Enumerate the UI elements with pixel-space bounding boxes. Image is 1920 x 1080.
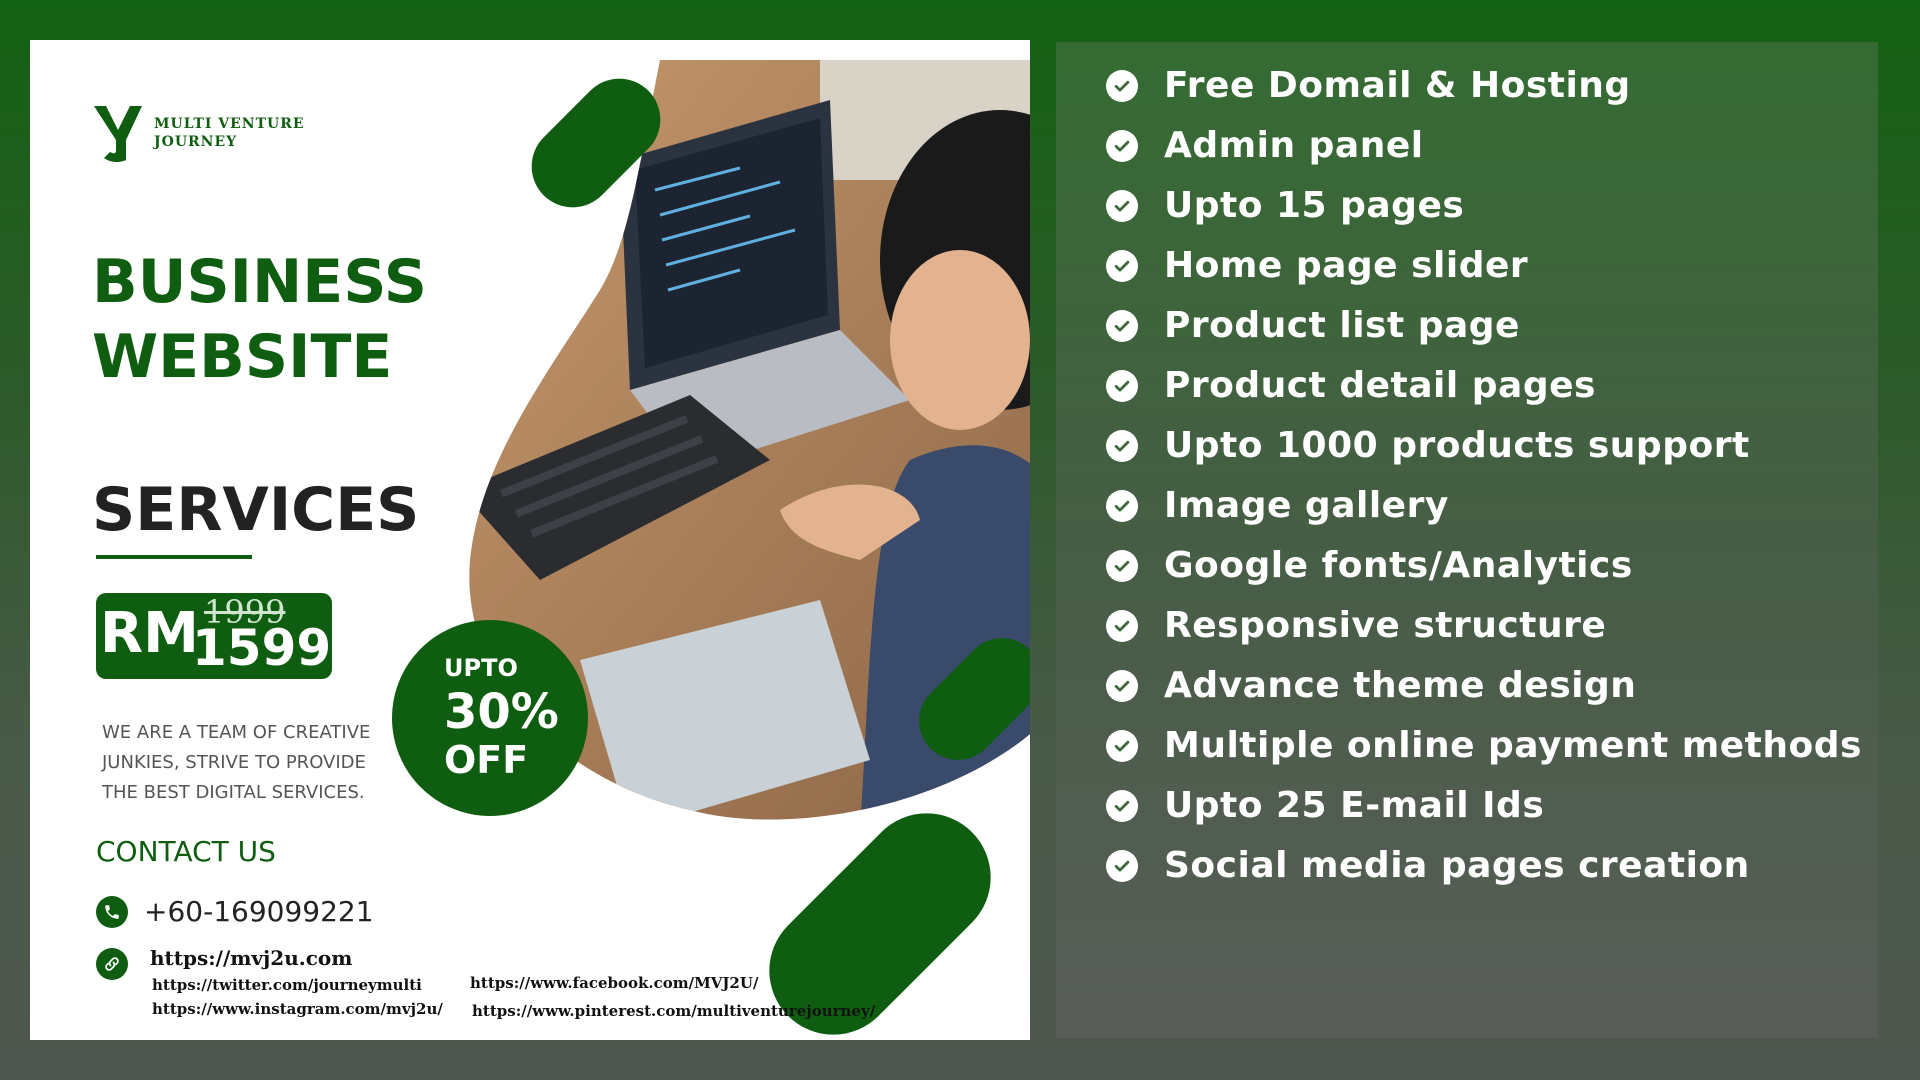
headline-line2: WEBSITE [92,322,393,392]
contact-heading: CONTACT US [96,835,276,868]
feature-label: Image gallery [1164,485,1449,526]
phone-icon [96,895,128,928]
website-link[interactable]: https://mvj2u.com [150,946,352,970]
phone-number: +60-169099221 [144,895,374,928]
feature-label: Responsive structure [1164,605,1607,646]
brand-name-line2: JOURNEY [154,134,238,150]
discount-off: OFF [444,738,529,782]
price-badge: RM 1999 1599 [96,593,332,679]
check-circle-icon [1106,249,1138,282]
discount-badge: UPTO 30% OFF [392,620,588,816]
feature-label: Upto 1000 products support [1164,425,1750,466]
feature-label: Product list page [1164,305,1520,346]
feature-label: Advance theme design [1164,665,1637,706]
feature-item: Admin panel [1106,125,1424,166]
feature-item: Upto 25 E-mail Ids [1106,785,1544,826]
feature-item: Responsive structure [1106,605,1606,646]
feature-label: Google fonts/Analytics [1164,545,1633,586]
discount-upto: UPTO [444,654,518,682]
pinterest-link[interactable]: https://www.pinterest.com/multiventurejo… [472,1002,875,1020]
feature-item: Social media pages creation [1106,845,1750,886]
tagline: WE ARE A TEAM OF CREATIVE JUNKIES, STRIV… [102,722,371,803]
promo-flyer: MULTI VENTURE JOURNEY BUSINESS WEBSITE S… [30,40,1030,1040]
check-circle-icon [1106,69,1138,102]
check-circle-icon [1106,669,1138,702]
price-currency: RM [100,601,199,666]
feature-label: Home page slider [1164,245,1529,286]
link-icon [96,948,128,980]
discount-percent: 30% [444,684,559,740]
feature-item: Product list page [1106,305,1520,346]
feature-item: Image gallery [1106,485,1449,526]
check-circle-icon [1106,549,1138,582]
check-circle-icon [1106,849,1138,882]
feature-label: Upto 15 pages [1164,185,1465,226]
brand-name: MULTI VENTURE JOURNEY [154,115,305,151]
feature-item: Product detail pages [1106,365,1596,406]
check-circle-icon [1106,309,1138,342]
feature-label: Multiple online payment methods [1164,725,1862,766]
feature-item: Multiple online payment methods [1106,725,1862,766]
headline-services: SERVICES [92,475,420,545]
feature-label: Admin panel [1164,125,1424,166]
logo-mark-icon [94,106,142,162]
feature-label: Product detail pages [1164,365,1596,406]
phone-row[interactable]: +60-169099221 [96,895,374,928]
feature-item: Home page slider [1106,245,1528,286]
feature-label: Free Domail & Hosting [1164,65,1631,106]
check-circle-icon [1106,189,1138,222]
check-circle-icon [1106,429,1138,462]
services-underline [96,555,252,559]
check-circle-icon [1106,129,1138,162]
check-circle-icon [1106,729,1138,762]
instagram-link[interactable]: https://www.instagram.com/mvj2u/ [152,1000,443,1018]
facebook-link[interactable]: https://www.facebook.com/MVJ2U/ [470,974,758,992]
headline-line1: BUSINESS [92,247,427,317]
brand-name-line1: MULTI VENTURE [154,116,305,132]
features-panel: Free Domail & Hosting Admin panel Upto 15 … [1056,42,1878,1038]
feature-item: Advance theme design [1106,665,1636,706]
brand-logo: MULTI VENTURE JOURNEY [92,102,305,164]
feature-item: Upto 1000 products support [1106,425,1750,466]
check-circle-icon [1106,489,1138,522]
feature-label: Upto 25 E-mail Ids [1164,785,1545,826]
twitter-link[interactable]: https://twitter.com/journeymulti [152,976,422,994]
price-new: 1599 [192,619,332,677]
feature-item: Google fonts/Analytics [1106,545,1633,586]
check-circle-icon [1106,789,1138,822]
check-circle-icon [1106,369,1138,402]
feature-item: Upto 15 pages [1106,185,1464,226]
check-circle-icon [1106,609,1138,642]
headline: BUSINESS WEBSITE [92,245,427,395]
feature-item: Free Domail & Hosting [1106,65,1631,106]
feature-label: Social media pages creation [1164,845,1750,886]
